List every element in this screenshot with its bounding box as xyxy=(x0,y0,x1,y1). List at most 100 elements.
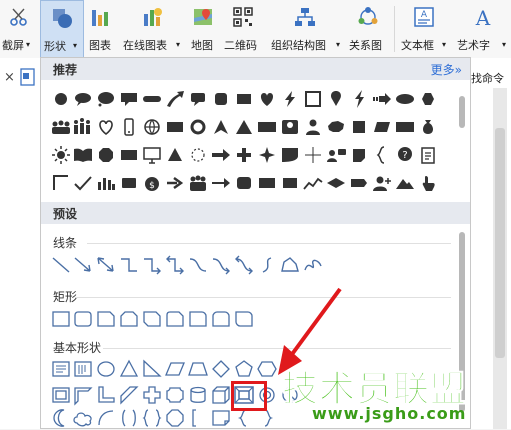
org-chart-button[interactable]: 组织结构图 ▾ xyxy=(268,0,342,58)
arc-shape[interactable] xyxy=(94,407,118,429)
vertical-textbox-shape[interactable] xyxy=(71,358,95,380)
trapezoid-shape[interactable] xyxy=(186,358,210,380)
close-tab-icon[interactable]: × xyxy=(4,70,15,85)
chart-button[interactable]: 图表 xyxy=(86,0,116,58)
oval-callout-shape[interactable] xyxy=(71,88,95,110)
folded-corner-preset-shape[interactable] xyxy=(209,407,233,429)
online-chart-button[interactable]: 在线图表 ▾ xyxy=(120,0,184,58)
group-people-shape[interactable] xyxy=(49,116,73,138)
line-shape[interactable] xyxy=(49,254,73,276)
more-link[interactable]: 更多» xyxy=(431,61,462,78)
octagon-shape[interactable] xyxy=(94,144,118,166)
rounded-bar-shape[interactable] xyxy=(140,88,164,110)
round-same-side-shape[interactable] xyxy=(209,308,233,330)
arrowhead-up-shape[interactable] xyxy=(209,116,233,138)
bracket-rect-shape[interactable] xyxy=(347,144,371,166)
diamond-preset-shape[interactable] xyxy=(209,358,233,380)
line-chart-shape[interactable] xyxy=(301,172,325,194)
oval-preset-shape[interactable] xyxy=(94,358,118,380)
cube-shape[interactable] xyxy=(209,384,233,406)
cloud-shape[interactable] xyxy=(71,407,95,429)
chat-people-shape[interactable] xyxy=(324,144,348,166)
curved-connector-shape[interactable] xyxy=(186,254,210,276)
snip-round-shape[interactable] xyxy=(163,308,187,330)
teardrop-shape[interactable] xyxy=(324,88,348,110)
money-bag-shape[interactable] xyxy=(416,116,440,138)
ring-shape[interactable] xyxy=(186,116,210,138)
scribble-shape[interactable] xyxy=(301,254,325,276)
book-shape[interactable] xyxy=(71,144,95,166)
right-arrow-solid-shape[interactable] xyxy=(163,172,187,194)
circle-shape[interactable] xyxy=(49,88,73,110)
moon-shape[interactable] xyxy=(49,407,73,429)
triangle-solid-shape[interactable] xyxy=(163,144,187,166)
rect-preset-shape[interactable] xyxy=(49,308,73,330)
mountain-shape[interactable] xyxy=(393,172,417,194)
ellipse-shape[interactable] xyxy=(393,88,417,110)
half-frame-shape[interactable] xyxy=(71,384,95,406)
plus-shape[interactable] xyxy=(232,144,256,166)
parallelogram-shape[interactable] xyxy=(370,116,394,138)
snip-diagonal-shape[interactable] xyxy=(140,308,164,330)
document-icon[interactable] xyxy=(20,68,36,86)
tab-rect-shape[interactable] xyxy=(347,172,371,194)
recommended-scrollbar[interactable] xyxy=(457,82,467,192)
right-arrow-shape[interactable] xyxy=(209,144,233,166)
diagonal-stripe-shape[interactable] xyxy=(117,384,141,406)
freeform-shape[interactable] xyxy=(278,254,302,276)
arrow-long-shape[interactable] xyxy=(209,172,233,194)
heart-shape[interactable] xyxy=(255,88,279,110)
rounded-rect-preset-shape[interactable] xyxy=(71,308,95,330)
isosceles-triangle-shape[interactable] xyxy=(117,358,141,380)
add-user-shape[interactable] xyxy=(370,172,394,194)
elbow-connector-shape[interactable] xyxy=(117,254,141,276)
rect-outline-shape[interactable] xyxy=(278,172,302,194)
person-shape[interactable] xyxy=(301,116,325,138)
dashed-circle-shape[interactable] xyxy=(186,144,210,166)
hexagon-shape[interactable] xyxy=(416,88,440,110)
can-shape[interactable] xyxy=(186,384,210,406)
checkmark-shape[interactable] xyxy=(71,172,95,194)
small-rect-shape[interactable] xyxy=(117,172,141,194)
team-shape[interactable] xyxy=(186,172,210,194)
bar-chart-shape[interactable] xyxy=(94,172,118,194)
shapes-button[interactable]: 形状 ▾ xyxy=(40,0,84,58)
double-bracket-shape[interactable] xyxy=(117,407,141,429)
bracket-shape[interactable] xyxy=(186,407,210,429)
arrow-line-shape[interactable] xyxy=(71,254,95,276)
double-arrow-line-shape[interactable] xyxy=(94,254,118,276)
crowd-shape[interactable] xyxy=(71,116,95,138)
elbow-double-arrow-connector-shape[interactable] xyxy=(163,254,187,276)
curved-arrow-shape[interactable] xyxy=(163,88,187,110)
bolt-shape[interactable] xyxy=(347,88,371,110)
wave-rect-shape[interactable] xyxy=(255,172,279,194)
recommended-scroll-thumb[interactable] xyxy=(459,96,465,128)
l-shape[interactable] xyxy=(94,384,118,406)
rounded-square-shape[interactable] xyxy=(209,88,233,110)
scrollbar-thumb[interactable] xyxy=(495,128,505,358)
rounded-rect-shape[interactable] xyxy=(232,172,256,194)
snip-single-corner-shape[interactable] xyxy=(94,308,118,330)
right-triangle-shape[interactable] xyxy=(140,358,164,380)
diamond-shape[interactable] xyxy=(324,172,348,194)
hand-pointer-shape[interactable] xyxy=(416,172,440,194)
textbox-button[interactable]: A 文本框 ▾ xyxy=(398,0,450,58)
help-bubble-shape[interactable]: ? xyxy=(393,144,417,166)
monitor-shape[interactable] xyxy=(140,144,164,166)
dollar-bag-shape[interactable]: $ xyxy=(140,172,164,194)
pentagon-shape[interactable] xyxy=(232,358,256,380)
curved-double-arrow-connector-shape[interactable] xyxy=(232,254,256,276)
striped-arrow-shape[interactable] xyxy=(370,88,394,110)
china-map-shape[interactable] xyxy=(324,116,348,138)
wide-rect-shape[interactable] xyxy=(255,116,279,138)
double-brace-shape[interactable] xyxy=(140,407,164,429)
wordart-button[interactable]: A 艺术字 ▾ xyxy=(454,0,511,58)
cloud-callout-shape[interactable] xyxy=(94,88,118,110)
screenshot-button[interactable]: 截屏 ▾ xyxy=(0,0,38,58)
flowchart-rect-shape[interactable] xyxy=(117,144,141,166)
parallelogram-preset-shape[interactable] xyxy=(163,358,187,380)
textbox-preset-shape[interactable] xyxy=(49,358,73,380)
phone-shape[interactable] xyxy=(117,116,141,138)
triangle-shape[interactable] xyxy=(232,116,256,138)
corner-shape[interactable] xyxy=(49,172,73,194)
